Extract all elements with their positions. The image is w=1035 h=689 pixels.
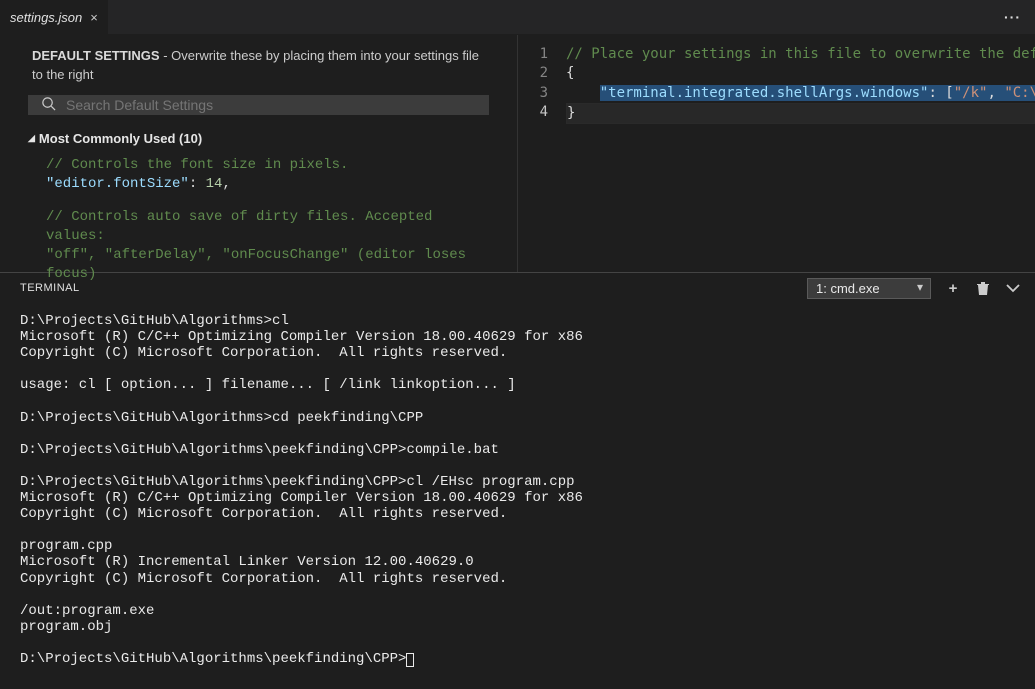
chevron-down-icon[interactable]: [1005, 280, 1021, 296]
terminal-text: D:\Projects\GitHub\Algorithms>cl Microso…: [20, 313, 583, 667]
default-settings-title: DEFAULT SETTINGS: [32, 48, 160, 63]
panel: TERMINAL 1: cmd.exe + D:\Projects\GitHub…: [0, 272, 1035, 689]
section-label: Most Commonly Used (10): [39, 131, 202, 146]
comment-line: // Place your settings in this file to o…: [566, 46, 1035, 62]
json-key: "terminal.integrated.shellArgs.windows": [600, 85, 929, 101]
search-input[interactable]: [66, 97, 476, 113]
close-icon[interactable]: ×: [90, 10, 98, 25]
default-settings-search[interactable]: [28, 95, 489, 115]
user-settings-pane: 1 2 3 4 // Place your settings in this f…: [518, 35, 1035, 272]
terminal-cursor: [406, 653, 414, 667]
user-settings-code[interactable]: // Place your settings in this file to o…: [566, 35, 1035, 272]
line-number: 2: [518, 64, 548, 83]
code-brace: {: [566, 65, 574, 81]
kill-terminal-icon[interactable]: [975, 280, 991, 296]
line-gutter: 1 2 3 4: [518, 35, 566, 272]
panel-header: TERMINAL 1: cmd.exe +: [0, 273, 1035, 303]
line-number: 4: [518, 103, 548, 122]
comment-line: // Controls auto save of dirty files. Ac…: [46, 209, 432, 244]
code-brace: }: [567, 105, 575, 121]
tab-bar: settings.json × ···: [0, 0, 1035, 35]
terminal-select[interactable]: 1: cmd.exe: [807, 278, 931, 299]
json-key: "editor.fontSize": [46, 176, 189, 192]
more-menu-icon[interactable]: ···: [990, 9, 1035, 25]
editor-split: DEFAULT SETTINGS - Overwrite these by pl…: [0, 35, 1035, 272]
terminal-select-wrap[interactable]: 1: cmd.exe: [807, 278, 931, 299]
default-settings-code[interactable]: // Controls the font size in pixels. "ed…: [0, 146, 517, 284]
panel-tab-terminal[interactable]: TERMINAL: [20, 282, 80, 294]
chevron-down-icon: ◢: [28, 133, 35, 144]
search-icon: [41, 96, 56, 114]
json-value: 14: [206, 176, 223, 192]
default-settings-pane: DEFAULT SETTINGS - Overwrite these by pl…: [0, 35, 518, 272]
default-settings-header: DEFAULT SETTINGS - Overwrite these by pl…: [0, 35, 517, 95]
tab-settings-json[interactable]: settings.json ×: [0, 0, 108, 34]
line-number: 1: [518, 45, 548, 64]
line-number: 3: [518, 84, 548, 103]
comment-line: // Controls the font size in pixels.: [46, 157, 348, 173]
tab-label: settings.json: [10, 10, 82, 25]
panel-actions: 1: cmd.exe +: [807, 278, 1021, 299]
terminal-output[interactable]: D:\Projects\GitHub\Algorithms>cl Microso…: [0, 303, 1035, 689]
new-terminal-icon[interactable]: +: [945, 280, 961, 297]
section-most-commonly-used[interactable]: ◢ Most Commonly Used (10): [0, 121, 517, 146]
